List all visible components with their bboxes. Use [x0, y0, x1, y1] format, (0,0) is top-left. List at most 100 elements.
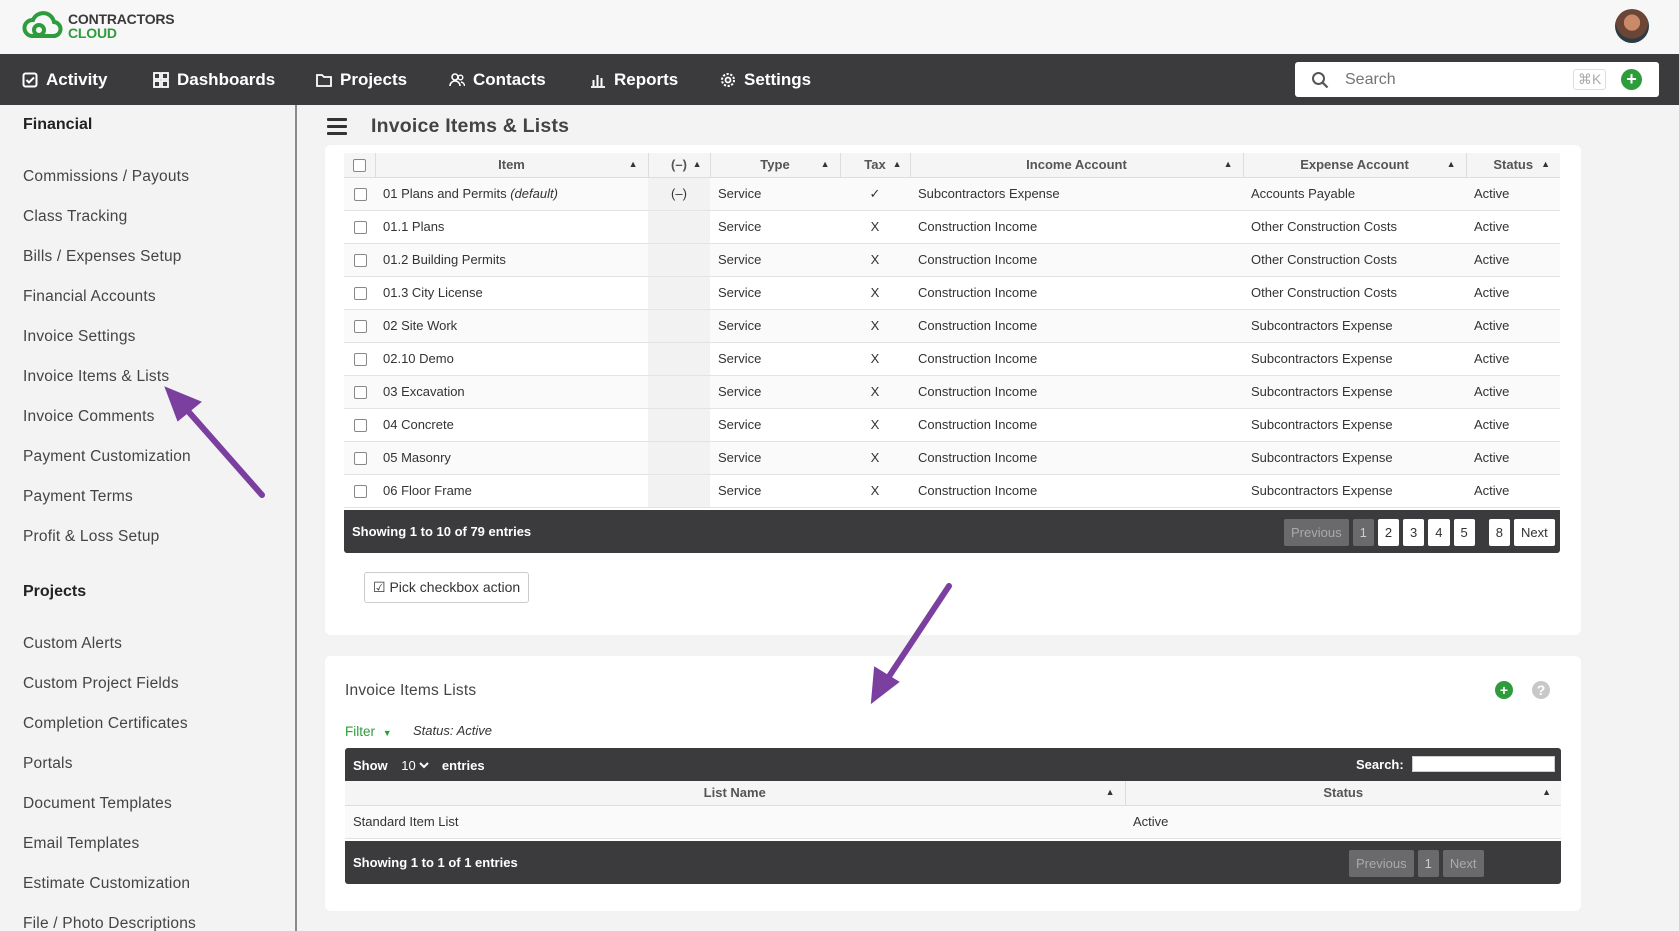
table-row[interactable]: 03 Excavation Service X Construction Incom… [344, 375, 1560, 409]
sidebar-item-financial-accounts[interactable]: Financial Accounts [23, 288, 156, 306]
row-checkbox[interactable] [354, 320, 367, 334]
col-item[interactable]: Item ▲ [375, 153, 649, 178]
table-row[interactable]: 01.1 Plans Service X Construction Income Ot… [344, 210, 1560, 244]
table-search-input[interactable] [1412, 756, 1555, 772]
nav-projects[interactable]: Projects [316, 54, 407, 105]
menu-toggle-icon[interactable] [327, 118, 347, 135]
row-checkbox[interactable] [354, 353, 367, 367]
type-cell: Service [710, 441, 840, 475]
col-expense-account[interactable]: Expense Account ▲ [1243, 153, 1467, 178]
table-row[interactable]: 01.2 Building Permits Service X Constructi… [344, 243, 1560, 277]
row-checkbox[interactable] [354, 386, 367, 400]
sidebar-item-estimate-customization[interactable]: Estimate Customization [23, 875, 190, 893]
sidebar-heading-projects: Projects [23, 583, 87, 600]
row-checkbox[interactable] [354, 188, 367, 202]
pagination-next[interactable]: Next [1513, 519, 1555, 546]
table-row[interactable]: Standard Item List Active [345, 805, 1561, 839]
pagination-page-last[interactable]: 8 [1488, 519, 1510, 546]
item-cell[interactable]: 02 Site Work [375, 309, 648, 343]
expense-account-cell: Subcontractors Expense [1243, 342, 1466, 376]
pagination-previous[interactable]: Previous [1349, 850, 1414, 877]
pagination-page-3[interactable]: 3 [1403, 519, 1425, 546]
table-row[interactable]: 05 Masonry Service X Construction Income Su… [344, 441, 1560, 475]
table-row[interactable]: 01.3 City License Service X Construction I… [344, 276, 1560, 310]
status-cell: Active [1466, 441, 1560, 475]
pagination-page-1[interactable]: 1 [1352, 519, 1374, 546]
sidebar-item-portals[interactable]: Portals [23, 755, 73, 773]
search-input[interactable] [1345, 70, 1565, 89]
quick-add-button[interactable]: + [1621, 69, 1642, 90]
item-cell[interactable]: 05 Masonry [375, 441, 648, 475]
help-icon[interactable]: ? [1532, 681, 1550, 699]
sidebar-item-email-templates[interactable]: Email Templates [23, 835, 139, 853]
item-cell[interactable]: 01.3 City License [375, 276, 648, 310]
table-row[interactable]: 01 Plans and Permits (default) (–) Service… [344, 177, 1560, 211]
pagination-page-1[interactable]: 1 [1417, 850, 1439, 877]
table-row[interactable]: 02 Site Work Service X Construction Income… [344, 309, 1560, 343]
sidebar-item-completion-certificates[interactable]: Completion Certificates [23, 715, 188, 733]
item-cell[interactable]: 04 Concrete [375, 408, 648, 442]
items-entries-info: Showing 1 to 10 of 79 entries [352, 524, 532, 539]
global-search[interactable]: ⌘K + [1295, 62, 1659, 97]
nav-reports[interactable]: Reports [590, 54, 678, 105]
row-checkbox[interactable] [354, 419, 367, 433]
col-tax[interactable]: Tax ▲ [840, 153, 911, 178]
col-type[interactable]: Type ▲ [710, 153, 841, 178]
row-checkbox[interactable] [354, 254, 367, 268]
nav-settings[interactable]: Settings [720, 54, 811, 105]
pagination-previous[interactable]: Previous [1284, 519, 1349, 546]
user-avatar[interactable] [1615, 9, 1649, 43]
row-checkbox[interactable] [354, 485, 367, 499]
list-name-cell[interactable]: Standard Item List [345, 805, 1125, 839]
pick-checkbox-action-button[interactable]: ☑ Pick checkbox action [364, 572, 530, 603]
nav-reports-label: Reports [614, 69, 679, 89]
items-pagination: Previous 1 2 3 4 5 8 Next [1280, 519, 1555, 546]
item-cell[interactable]: 01.1 Plans [375, 210, 648, 244]
table-row[interactable]: 04 Concrete Service X Construction Income S… [344, 408, 1560, 442]
row-checkbox[interactable] [354, 452, 367, 466]
pagination-next[interactable]: Next [1442, 850, 1484, 877]
sidebar-item-invoice-items-lists[interactable]: Invoice Items & Lists [23, 368, 169, 386]
sidebar-item-class-tracking[interactable]: Class Tracking [23, 208, 127, 226]
pagination-page-5[interactable]: 5 [1453, 519, 1475, 546]
table-row[interactable]: 06 Floor Frame Service X Construction Inco… [344, 474, 1560, 508]
sidebar-item-invoice-comments[interactable]: Invoice Comments [23, 408, 155, 426]
item-cell[interactable]: 03 Excavation [375, 375, 648, 409]
select-all-checkbox[interactable] [352, 159, 366, 173]
sidebar-item-profit-loss[interactable]: Profit & Loss Setup [23, 528, 159, 546]
item-name: 01.2 Building Permits [383, 252, 506, 267]
col-list-name[interactable]: List Name ▲ [345, 781, 1126, 806]
nav-activity[interactable]: Activity [22, 54, 107, 105]
col-income-account[interactable]: Income Account ▲ [910, 153, 1244, 178]
col-status[interactable]: Status ▲ [1466, 153, 1560, 178]
sidebar-item-payment-terms[interactable]: Payment Terms [23, 488, 133, 506]
sidebar-item-custom-project-fields[interactable]: Custom Project Fields [23, 675, 179, 693]
sidebar-item-document-templates[interactable]: Document Templates [23, 795, 172, 813]
item-cell[interactable]: 01.2 Building Permits [375, 243, 648, 277]
item-cell[interactable]: 06 Floor Frame [375, 474, 648, 508]
pagination-page-2[interactable]: 2 [1377, 519, 1400, 546]
main-content: Invoice Items & Lists Item ▲ (–) ▲ Type ▲ T… [299, 105, 1679, 931]
pagination-page-4[interactable]: 4 [1428, 519, 1450, 546]
select-all-header [344, 153, 376, 178]
add-list-icon[interactable]: + [1495, 681, 1513, 699]
nav-dashboards[interactable]: Dashboards [153, 54, 275, 105]
row-checkbox[interactable] [354, 221, 367, 235]
table-row[interactable]: 02.10 Demo Service X Construction Income Su… [344, 342, 1560, 376]
col-list-status[interactable]: Status ▲ [1125, 781, 1561, 806]
item-cell[interactable]: 01 Plans and Permits (default) [375, 177, 648, 211]
col-dash[interactable]: (–) ▲ [648, 153, 711, 178]
sidebar-item-file-photo-descriptions[interactable]: File / Photo Descriptions [23, 915, 196, 931]
sidebar-item-commissions[interactable]: Commissions / Payouts [23, 168, 189, 186]
row-checkbox[interactable] [354, 287, 367, 301]
sidebar-item-custom-alerts[interactable]: Custom Alerts [23, 635, 122, 653]
filter-dropdown[interactable]: Filter ▼ [345, 724, 392, 739]
lists-entries-info: Showing 1 to 1 of 1 entries [353, 855, 518, 870]
entries-per-page-select[interactable]: 10 [397, 757, 433, 774]
sidebar-item-bills-expenses[interactable]: Bills / Expenses Setup [23, 248, 182, 266]
sidebar-item-invoice-settings[interactable]: Invoice Settings [23, 328, 136, 346]
item-cell[interactable]: 02.10 Demo [375, 342, 648, 376]
sidebar-item-payment-customization[interactable]: Payment Customization [23, 448, 191, 466]
nav-contacts[interactable]: Contacts [449, 54, 546, 105]
brand-logo[interactable]: CONTRACTORS CLOUD [22, 10, 175, 42]
